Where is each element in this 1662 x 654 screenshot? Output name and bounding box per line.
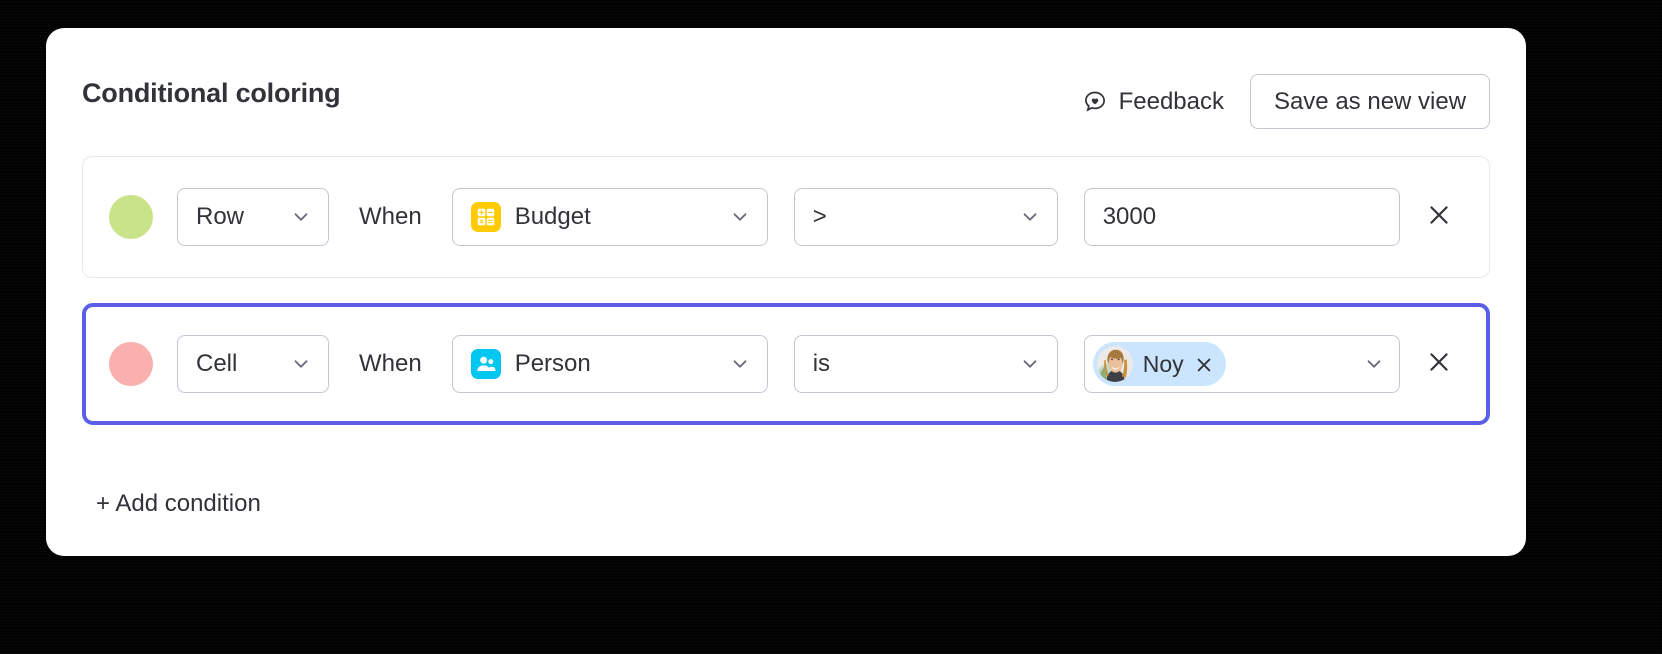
close-icon <box>1426 349 1452 380</box>
person-chip-name: Noy <box>1142 350 1184 377</box>
operator-select-value: > <box>812 203 827 230</box>
speech-bubble-heart-icon <box>1082 89 1108 115</box>
screenshot-root: Conditional coloring Feedback Save as ne… <box>0 0 1662 654</box>
scope-select[interactable]: Cell <box>177 335 329 393</box>
feedback-label: Feedback <box>1118 87 1224 115</box>
chevron-down-icon <box>729 206 751 228</box>
scope-select[interactable]: Row <box>177 188 329 246</box>
value-input[interactable]: 3000 <box>1083 188 1400 246</box>
people-icon <box>470 349 501 379</box>
field-select-value: Budget <box>514 203 591 230</box>
person-chip[interactable]: Noy <box>1092 342 1226 386</box>
numbers-calculator-icon <box>470 202 501 232</box>
conditions-list: Row When Budget > 3000 Cell When Person … <box>82 156 1490 431</box>
value-input[interactable]: Noy <box>1083 335 1400 393</box>
chevron-down-icon <box>290 353 312 375</box>
chevron-down-icon <box>1019 206 1041 228</box>
add-condition-button[interactable]: + Add condition <box>96 490 261 518</box>
operator-select[interactable]: is <box>793 335 1058 393</box>
feedback-button[interactable]: Feedback <box>1082 75 1224 129</box>
operator-select[interactable]: > <box>793 188 1058 246</box>
chevron-down-icon <box>290 206 312 228</box>
header-actions: Feedback Save as new view <box>1082 74 1490 129</box>
condition-row: Row When Budget > 3000 <box>82 156 1490 278</box>
remove-condition-button[interactable] <box>1422 200 1456 234</box>
color-swatch[interactable] <box>109 342 153 386</box>
close-icon <box>1426 202 1452 233</box>
page-title: Conditional coloring <box>82 78 341 108</box>
chevron-down-icon <box>1019 353 1041 375</box>
avatar <box>1096 346 1133 382</box>
field-select[interactable]: Person <box>451 335 768 393</box>
chevron-down-icon[interactable] <box>1363 353 1385 375</box>
field-select[interactable]: Budget <box>451 188 768 246</box>
scope-select-value: Row <box>196 203 245 230</box>
conditional-coloring-panel: Conditional coloring Feedback Save as ne… <box>46 28 1526 556</box>
field-select-value: Person <box>514 350 591 377</box>
remove-condition-button[interactable] <box>1422 347 1456 381</box>
save-as-new-view-button[interactable]: Save as new view <box>1250 74 1490 129</box>
chevron-down-icon <box>729 353 751 375</box>
when-label: When <box>359 350 422 377</box>
scope-select-value: Cell <box>196 350 238 377</box>
when-label: When <box>359 203 422 230</box>
value-input-text: 3000 <box>1102 203 1157 230</box>
close-icon[interactable] <box>1194 354 1214 374</box>
operator-select-value: is <box>812 350 831 377</box>
condition-row: Cell When Person is Noy <box>82 303 1490 425</box>
color-swatch[interactable] <box>109 195 153 239</box>
panel-header: Conditional coloring Feedback Save as ne… <box>46 28 1526 160</box>
